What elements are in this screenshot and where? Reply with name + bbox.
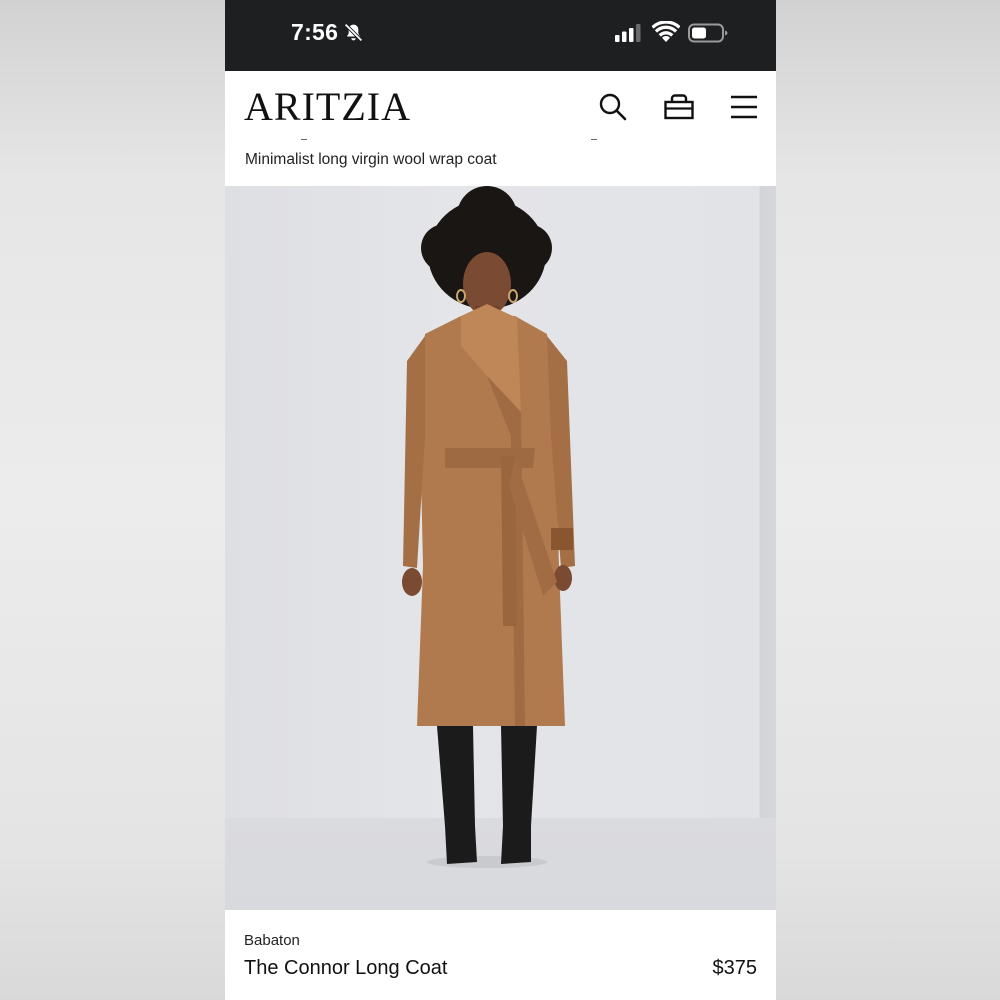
phone-screen: 7:56 ARITZIA Minimalist long virgin wool… xyxy=(225,0,776,1000)
product-name[interactable]: The Connor Long Coat xyxy=(244,957,447,980)
status-bar: 7:56 xyxy=(225,0,776,71)
shopping-bag-icon[interactable] xyxy=(663,91,695,123)
product-info[interactable]: Babaton The Connor Long Coat $375 xyxy=(225,910,776,1000)
product-brand: Babaton xyxy=(244,932,300,949)
battery-icon xyxy=(688,23,728,43)
search-icon[interactable] xyxy=(597,91,629,123)
product-hero-image[interactable] xyxy=(225,186,776,910)
status-time: 7:56 xyxy=(291,19,339,45)
divider-mark xyxy=(591,139,597,140)
product-price: $375 xyxy=(712,957,758,979)
site-header: ARITZIA Minimalist long virgin wool wrap… xyxy=(225,71,776,186)
hamburger-menu-icon[interactable] xyxy=(728,91,760,123)
product-subtitle: Minimalist long virgin wool wrap coat xyxy=(245,151,497,168)
bell-slash-icon xyxy=(344,23,363,42)
aritzia-logo[interactable]: ARITZIA xyxy=(244,85,411,129)
model-photo xyxy=(402,186,575,868)
cellular-signal-icon xyxy=(615,24,641,42)
divider-mark xyxy=(301,139,307,140)
wifi-icon xyxy=(652,21,680,42)
